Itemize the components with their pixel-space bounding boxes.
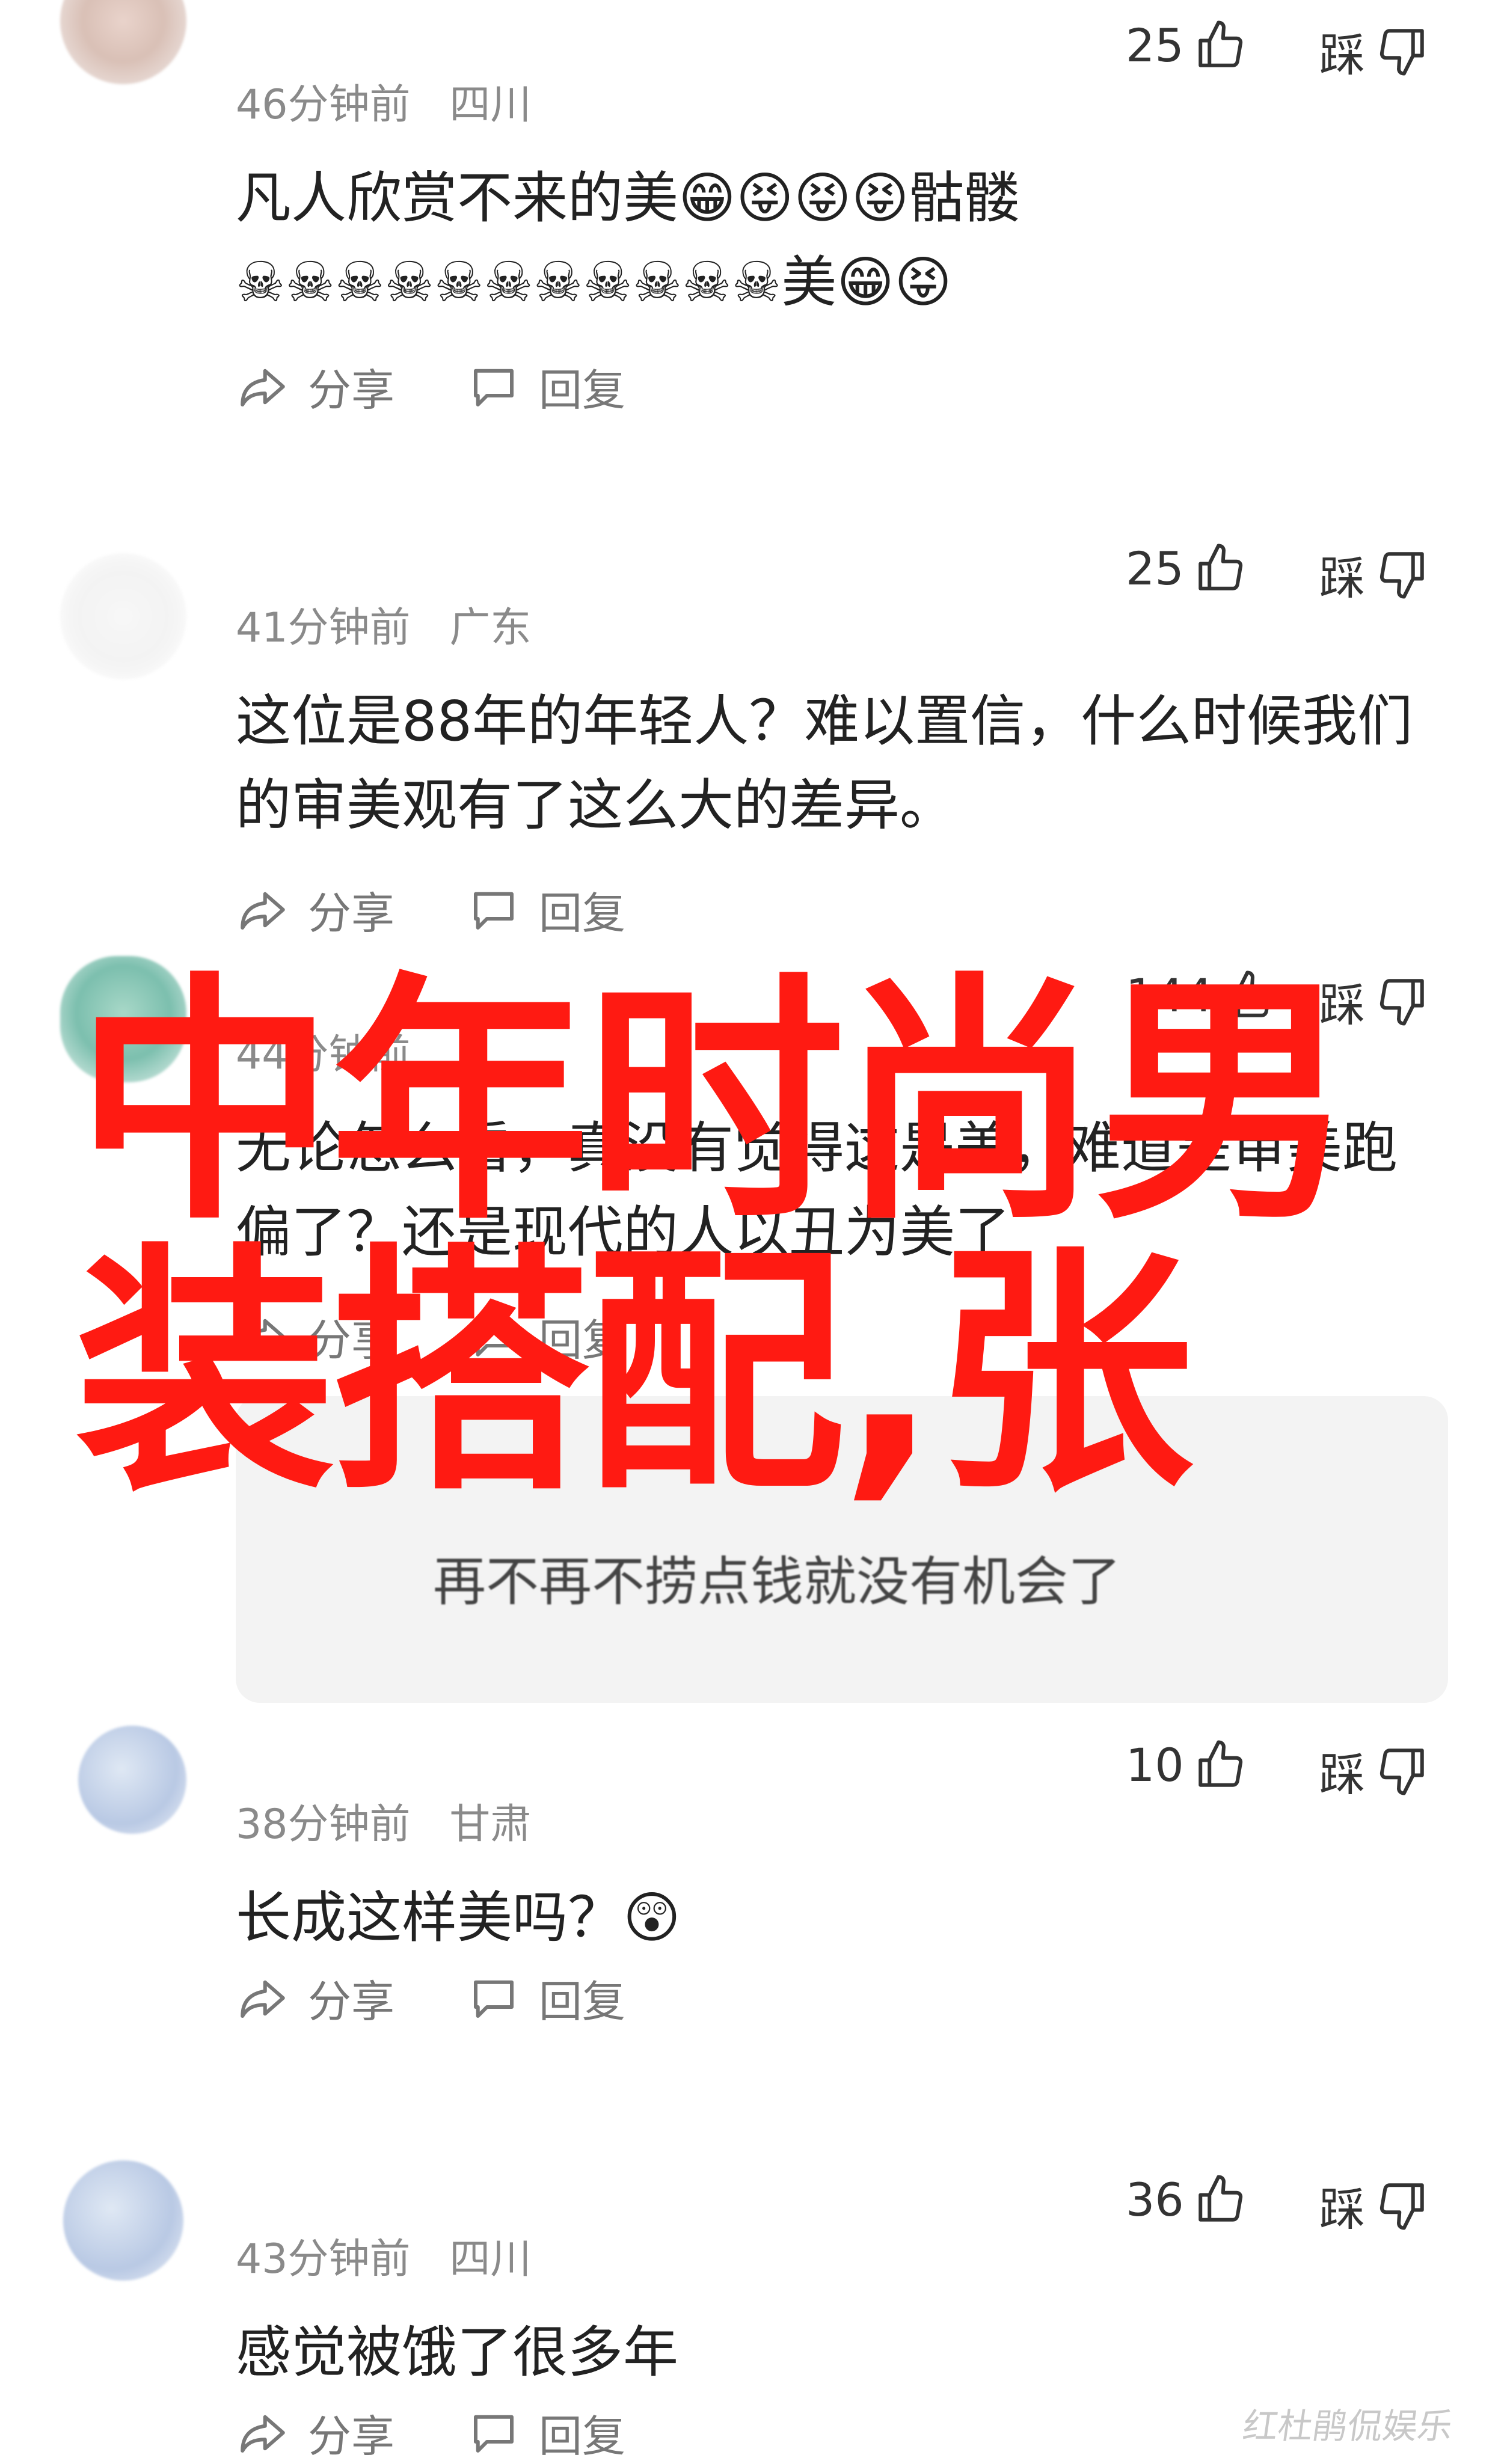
share-label: 分享 (308, 2411, 395, 2462)
like-button[interactable]: 25 (1126, 18, 1248, 72)
comment-meta: 38分钟前 甘肃 (236, 1791, 531, 1850)
comment-location: 四川 (449, 2236, 532, 2283)
share-icon (241, 369, 285, 406)
share-label: 分享 (308, 888, 395, 939)
share-button[interactable]: 分享 (236, 878, 394, 941)
thumbs-up-icon (1198, 20, 1242, 67)
comment-meta: 43分钟前 四川 (236, 2225, 531, 2285)
comment-location: 四川 (449, 81, 532, 129)
comment-location: 甘肃 (449, 1801, 532, 1848)
comment-meta: 41分钟前 广东 (236, 594, 531, 654)
watermark: 红杜鹃侃娱乐 (1240, 2406, 1456, 2447)
comment-meta: 46分钟前 四川 (236, 71, 531, 130)
comment-text: 这位是88年的年轻人？难以置信，什么时候我们的审美观有了这么大的差异。 (236, 689, 1413, 838)
overlay-title: 中年时尚男装搭配,张 (75, 952, 1355, 1525)
comment-time: 46分钟前 (236, 81, 411, 129)
thumbs-down-icon (1380, 552, 1424, 599)
reply-icon (474, 1980, 514, 2018)
comment-actions: 分享 回复 (236, 878, 698, 941)
dislike-button[interactable]: 踩 (1319, 2172, 1429, 2239)
share-icon (241, 1980, 285, 2018)
like-button[interactable]: 25 (1126, 541, 1248, 595)
avatar[interactable] (78, 1726, 186, 1834)
avatar[interactable] (60, 0, 186, 84)
reply-label: 回复 (539, 365, 626, 415)
comment-text: 感觉被饿了很多年 (236, 2320, 679, 2385)
dislike-button[interactable]: 踩 (1319, 1738, 1429, 1804)
reply-label: 回复 (539, 2411, 626, 2462)
share-icon (241, 2415, 285, 2453)
avatar[interactable] (63, 2160, 183, 2281)
thumbs-down-icon (1380, 2183, 1424, 2230)
like-count: 25 (1126, 18, 1184, 72)
thumbs-down-icon (1380, 1748, 1424, 1795)
comment-text: 长成这样美吗？😲 (236, 1886, 681, 1950)
quoted-text: 再不再不捞点钱就没有机会了 (433, 1551, 1122, 1613)
reply-label: 回复 (539, 888, 626, 939)
comment-actions: 分享 回复 (236, 355, 698, 418)
reply-icon (474, 892, 514, 930)
share-button[interactable]: 分享 (236, 355, 394, 418)
thumbs-up-icon (1198, 2175, 1242, 2222)
share-label: 分享 (308, 365, 395, 415)
comment-actions: 分享 回复 (236, 1966, 698, 2029)
reply-label: 回复 (539, 1976, 626, 2027)
like-button[interactable]: 36 (1126, 2172, 1248, 2226)
thumbs-up-icon (1198, 544, 1242, 590)
like-button[interactable]: 10 (1126, 1738, 1248, 1792)
thumbs-up-icon (1198, 1740, 1242, 1787)
like-count: 10 (1126, 1738, 1184, 1792)
comment-location: 广东 (449, 604, 532, 652)
reply-button[interactable]: 回复 (467, 355, 625, 418)
comment-text: 凡人欣赏不来的美😁😝😝😝骷髅☠☠☠☠☠☠☠☠☠☠☠美😁😝 (236, 166, 1020, 314)
thumbs-down-icon (1380, 29, 1424, 76)
comment-time: 43分钟前 (236, 2236, 411, 2283)
comment-time: 41分钟前 (236, 604, 411, 652)
avatar[interactable] (60, 553, 186, 679)
reply-icon (474, 369, 514, 406)
dislike-label: 踩 (1319, 28, 1365, 82)
like-count: 36 (1126, 2172, 1184, 2226)
reply-button[interactable]: 回复 (467, 878, 625, 941)
dislike-button[interactable]: 踩 (1319, 18, 1429, 84)
share-label: 分享 (308, 1976, 395, 2027)
dislike-label: 踩 (1319, 1748, 1365, 1801)
share-icon (241, 892, 285, 930)
dislike-label: 踩 (1319, 2183, 1365, 2236)
dislike-button[interactable]: 踩 (1319, 541, 1429, 607)
comment-actions: 分享 回复 (236, 2401, 698, 2464)
reply-icon (474, 2415, 514, 2453)
reply-button[interactable]: 回复 (467, 2401, 625, 2464)
comment-time: 38分钟前 (236, 1801, 411, 1848)
dislike-label: 踩 (1319, 551, 1365, 605)
share-button[interactable]: 分享 (236, 1966, 394, 2029)
reply-button[interactable]: 回复 (467, 1966, 625, 2029)
like-count: 25 (1126, 541, 1184, 595)
share-button[interactable]: 分享 (236, 2401, 394, 2464)
